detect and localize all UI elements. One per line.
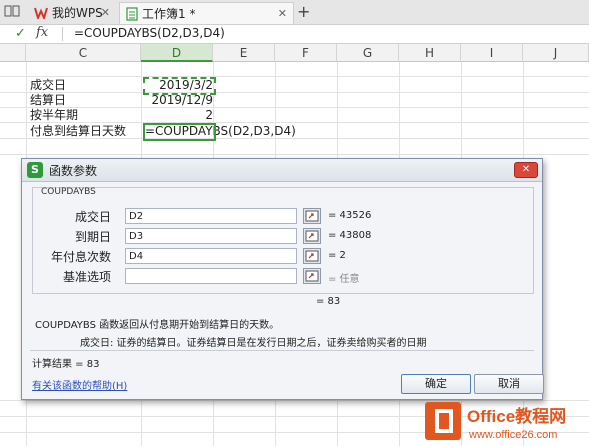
column-header-f[interactable]: F <box>275 44 337 62</box>
function-description: COUPDAYBS 函数返回从付息期开始到结算日的天数。 <box>35 320 280 331</box>
arg-result-settlement: = 43526 <box>328 210 372 221</box>
cell-c-label[interactable]: 成交日 <box>30 77 66 93</box>
column-header-j[interactable]: J <box>523 44 589 62</box>
help-link[interactable]: 有关该函数的帮助(H) <box>32 377 127 392</box>
column-header-d[interactable]: D <box>141 44 213 62</box>
office-logo-watermark: Office教程网 www.office26.com <box>425 402 566 441</box>
arg-result-basis: = 任意 <box>328 274 360 285</box>
range-select-icon[interactable] <box>303 208 321 224</box>
confirm-check-icon[interactable]: ✓ <box>15 26 26 41</box>
ok-button[interactable]: 确定 <box>401 374 471 394</box>
wps-logo-icon <box>34 7 48 19</box>
range-select-icon[interactable] <box>303 228 321 244</box>
grid-line <box>0 76 589 77</box>
tab-my-wps[interactable]: 我的WPS ✕ <box>28 2 116 23</box>
corner-header[interactable] <box>0 44 26 62</box>
window-icon[interactable] <box>4 4 20 18</box>
formula-bar-divider <box>62 27 63 41</box>
range-select-icon[interactable] <box>303 268 321 284</box>
cell-c-label[interactable]: 付息到结算日天数 <box>30 123 126 139</box>
range-select-icon[interactable] <box>303 248 321 264</box>
dialog-title-bar[interactable]: S 函数参数 ✕ <box>22 159 542 182</box>
calc-result: 计算结果 = 83 <box>32 359 100 370</box>
column-header-h[interactable]: H <box>399 44 461 62</box>
arg-input-maturity[interactable]: D3 <box>125 228 297 244</box>
arg-input-frequency[interactable]: D4 <box>125 248 297 264</box>
formula-bar: ✓ fx =COUPDAYBS(D2,D3,D4) <box>0 25 589 44</box>
column-header-g[interactable]: G <box>337 44 399 62</box>
spreadsheet-icon <box>126 6 138 21</box>
parameter-description: 成交日: 证券的结算日。证券结算日是在发行日期之后，证券卖给购买者的日期 <box>80 338 427 349</box>
close-icon[interactable]: ✕ <box>278 7 287 20</box>
reference-highlight <box>143 77 216 95</box>
insert-function-icon[interactable]: fx <box>36 25 48 40</box>
arg-result-frequency: = 2 <box>328 250 346 261</box>
grid-line <box>0 154 589 155</box>
divider <box>30 350 534 351</box>
column-header-i[interactable]: I <box>461 44 523 62</box>
tab-bar: 我的WPS ✕ 工作簿1 * ✕ + <box>0 0 589 25</box>
watermark-url: www.office26.com <box>468 429 557 441</box>
arg-label-maturity: 到期日 <box>74 230 111 244</box>
tab-label: 我的WPS <box>52 6 103 20</box>
cancel-button[interactable]: 取消 <box>474 374 544 394</box>
close-icon[interactable]: ✕ <box>101 6 110 19</box>
new-tab-plus-icon[interactable]: + <box>297 2 310 21</box>
arg-label-frequency: 年付息次数 <box>50 250 111 264</box>
arg-input-basis[interactable] <box>125 268 297 284</box>
column-header-e[interactable]: E <box>213 44 275 62</box>
arg-input-settlement[interactable]: D2 <box>125 208 297 224</box>
grid-line <box>0 92 589 93</box>
group-label: COUPDAYBS <box>41 187 96 197</box>
formula-input[interactable]: =COUPDAYBS(D2,D3,D4) <box>74 26 225 40</box>
arg-result-maturity: = 43808 <box>328 230 372 241</box>
watermark-title: Office教程网 <box>467 406 566 426</box>
dialog-title: 函数参数 <box>49 164 98 178</box>
close-button[interactable]: ✕ <box>514 162 538 178</box>
column-header-c[interactable]: C <box>26 44 141 62</box>
wps-s-icon: S <box>27 162 43 178</box>
arg-label-settlement: 成交日 <box>74 210 111 224</box>
arg-label-basis: 基准选项 <box>62 270 111 284</box>
overall-result: = 83 <box>316 296 341 307</box>
cell-c-label[interactable]: 结算日 <box>30 92 66 108</box>
cell-c-label[interactable]: 按半年期 <box>30 107 78 123</box>
active-cell-border <box>143 123 216 141</box>
grid-line <box>0 107 589 108</box>
arguments-group: COUPDAYBS 成交日 D2 = 43526 到期日 D3 = 43808 … <box>32 187 534 294</box>
function-arguments-dialog: S 函数参数 ✕ COUPDAYBS 成交日 D2 = 43526 到期日 D3… <box>21 158 544 400</box>
cell-d-value[interactable]: 2 <box>143 107 213 123</box>
tab-workbook[interactable]: 工作簿1 * ✕ <box>119 2 294 24</box>
tab-label: 工作簿1 * <box>142 7 196 21</box>
